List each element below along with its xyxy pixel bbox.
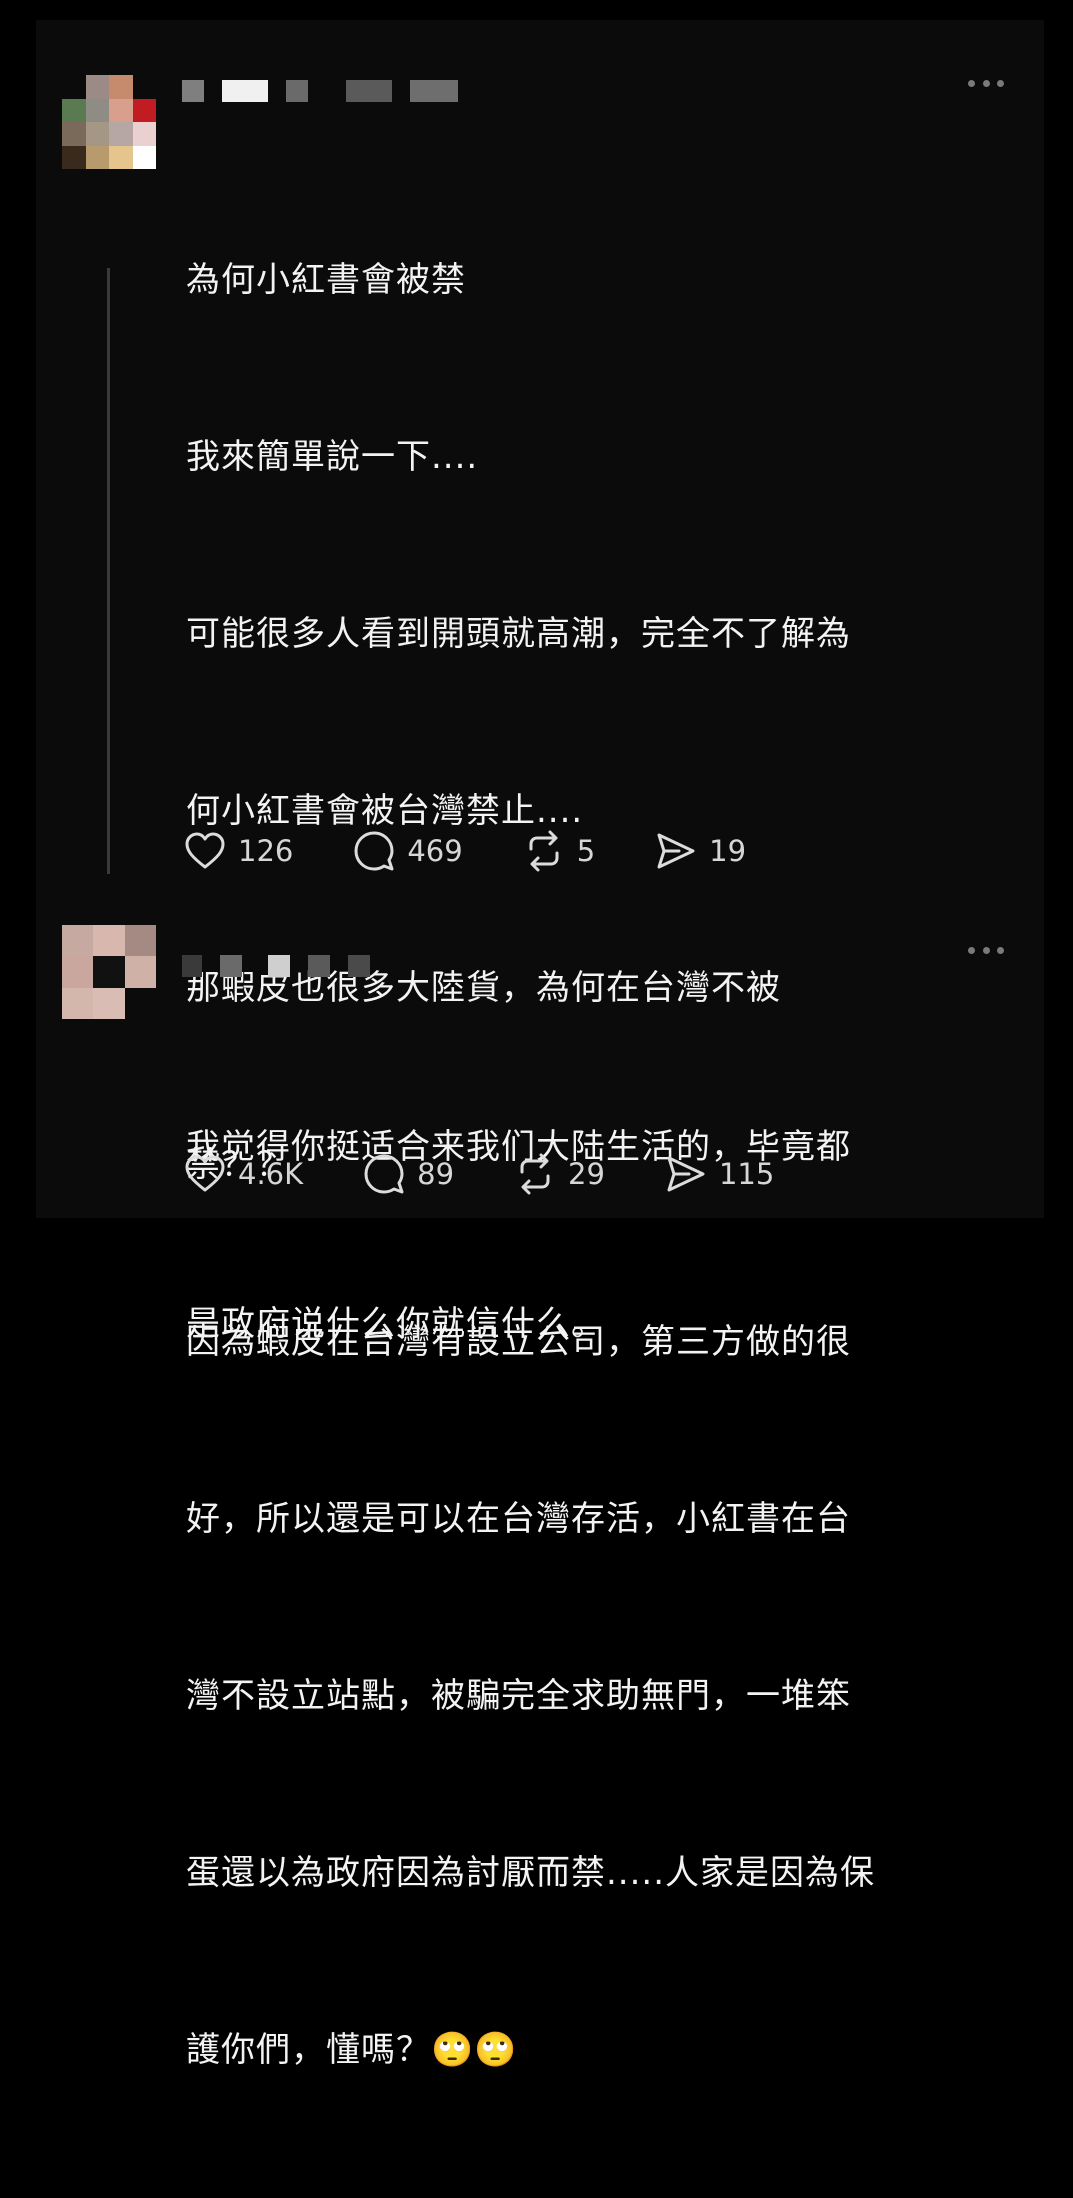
post-line: 蛋還以為政府因為討厭而禁.....人家是因為保 [186, 1853, 876, 1893]
avatar[interactable] [62, 75, 156, 169]
reply-button[interactable]: 89 [363, 1153, 454, 1195]
more-icon[interactable] [968, 945, 1004, 955]
thread-panel: 為何小紅書會被禁 我來簡單說一下.... 可能很多人看到開頭就高潮，完全不了解為… [36, 20, 1044, 2070]
reply-count: 89 [417, 1157, 455, 1191]
repost-icon [529, 830, 559, 872]
post-actions: 126 469 5 19 [184, 830, 806, 872]
reply-button[interactable]: 469 [353, 830, 463, 872]
post-line: 可能很多人看到開頭就高潮，完全不了解為 [186, 614, 851, 654]
author-name-redacted[interactable] [182, 78, 476, 104]
like-count: 126 [238, 834, 294, 868]
author-name-redacted[interactable] [182, 953, 388, 979]
post-line: 護你們，懂嗎？🙄🙄 [186, 2030, 518, 2070]
reply-icon [354, 831, 394, 871]
post-body: 我觉得你挺适合来我们大陆生活的，毕竟都 是政府说什么你就信什么。 [186, 1000, 1026, 1472]
heart-icon [185, 1155, 225, 1192]
heart-icon [185, 832, 225, 869]
repost-count: 29 [568, 1157, 605, 1191]
thread-line [107, 268, 110, 874]
post-actions: 4.6K 89 29 115 [184, 1153, 834, 1195]
repost-button[interactable]: 29 [514, 1153, 605, 1195]
share-icon [657, 833, 695, 869]
repost-count: 5 [576, 834, 596, 868]
repost-icon [520, 1153, 550, 1195]
post-line: 灣不設立站點，被騙完全求助無門，一堆笨 [186, 1676, 851, 1716]
reply-icon [364, 1154, 404, 1194]
share-count: 19 [709, 834, 747, 868]
share-button[interactable]: 19 [655, 831, 746, 871]
post-line: 是政府说什么你就信什么。 [186, 1304, 606, 1344]
share-button[interactable]: 115 [665, 1154, 774, 1194]
post-line: 我來簡單說一下.... [186, 437, 479, 477]
share-count: 115 [718, 1157, 775, 1191]
avatar[interactable] [62, 925, 156, 1019]
share-icon [667, 1156, 705, 1192]
post-line: 好，所以還是可以在台灣存活，小紅書在台 [186, 1499, 851, 1539]
post-line: 為何小紅書會被禁 [186, 260, 466, 300]
like-count: 4.6K [238, 1157, 304, 1191]
like-button[interactable]: 4.6K [184, 1154, 303, 1194]
more-icon[interactable] [968, 78, 1004, 88]
repost-button[interactable]: 5 [523, 830, 595, 872]
like-button[interactable]: 126 [184, 831, 293, 871]
reply-count: 469 [407, 834, 463, 868]
